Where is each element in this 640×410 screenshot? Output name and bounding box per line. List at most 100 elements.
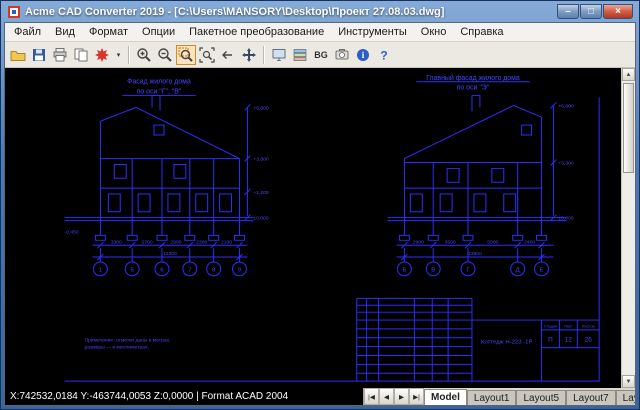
menu-batch-convert[interactable]: Пакетное преобразование [182,24,331,40]
drawing-canvas[interactable]: Фасад жилого дома по оси "Г", "В" +6,600… [5,68,621,388]
menu-view[interactable]: Вид [48,24,82,40]
menu-window[interactable]: Окно [414,24,454,40]
tab-last-button[interactable]: ▶| [409,388,424,405]
right-dim: 2900 [413,239,424,245]
print-button[interactable] [50,45,70,65]
close-button[interactable]: × [603,4,633,19]
tab-layout8[interactable]: Layout8 [615,390,635,405]
zoom-out-button[interactable] [155,45,175,65]
svg-text:?: ? [380,48,387,62]
toolbar-separator [128,45,130,64]
layers-button[interactable] [290,45,310,65]
scroll-down-icon[interactable]: ▼ [622,375,635,388]
note-line2: размеры — в миллиметрах. [84,346,148,351]
right-axis-label: Г [466,267,470,273]
convert-dropdown[interactable]: ▾ [113,45,124,65]
copy-icon [74,48,88,61]
monitor-icon [272,48,286,61]
right-dim: 3500 [445,239,456,245]
capture-button[interactable] [332,45,352,65]
stamp-object-name: Коттедж Н-223 -1Р [481,340,532,346]
left-elevation [64,95,254,277]
right-axis-label: Б [402,267,406,273]
tab-next-button[interactable]: ▶ [394,388,409,405]
left-title-line1: Фасад жилого дома [127,79,191,86]
right-mark: +3,300 [558,161,574,167]
zoom-in-button[interactable] [134,45,154,65]
zoom-extents-icon [199,46,215,63]
left-axis-label: 9 [238,267,242,273]
left-title-line2: по оси "Г", "В" [137,89,182,96]
vertical-scrollbar[interactable]: ▲ ▼ [621,68,635,388]
right-mark: +6,600 [558,103,574,109]
convert-button[interactable] [92,45,112,65]
right-axis-label: Е [540,267,544,273]
left-mark: +6,600 [253,105,269,111]
pan-button[interactable] [239,45,259,65]
tab-layout7[interactable]: Layout7 [566,390,616,405]
right-title-line1: Главный фасад жилого дома [426,74,520,82]
left-axis-label: 6 [160,267,164,273]
tab-layout1[interactable]: Layout1 [466,390,517,405]
left-dim: 2300 [196,239,207,245]
background-color-button[interactable]: BG [311,45,331,65]
fit-screen-button[interactable] [269,45,289,65]
tab-model[interactable]: Model [424,389,467,405]
zoom-in-icon [137,47,151,62]
left-mark: +1,200 [253,190,269,196]
tab-first-button[interactable]: |◀ [364,388,379,405]
maximize-button[interactable]: □ [580,4,602,19]
tab-prev-button[interactable]: ◀ [379,388,394,405]
save-button[interactable] [29,45,49,65]
titlebar[interactable]: Acme CAD Converter 2019 - [C:\Users\MANS… [4,1,636,22]
cad-drawing: Фасад жилого дома по оси "Г", "В" +6,600… [64,74,600,382]
scrollbar-thumb[interactable] [623,83,634,173]
left-dim: 2700 [142,239,153,245]
right-elevation [387,81,567,277]
right-title-line2: по оси "Э" [457,85,490,92]
left-axis-label: 8 [212,267,216,273]
workspace: Фасад жилого дома по оси "Г", "В" +6,600… [5,68,635,388]
layers-icon [293,48,307,61]
statusbar-coordinates: X:742532,0184 Y:-463744,0053 Z:0,0000 | … [5,388,363,405]
camera-icon [335,48,349,59]
scroll-up-icon[interactable]: ▲ [622,68,635,81]
left-total-dim: 13300 [163,251,177,257]
stamp-sheets-value: 26 [585,337,593,344]
menu-file[interactable]: Файл [7,24,48,40]
info-button[interactable]: i [353,45,373,65]
tab-layout5[interactable]: Layout5 [516,390,567,405]
left-dim: 2900 [170,239,181,245]
convert-icon [95,47,109,62]
menu-options[interactable]: Опции [135,24,182,40]
zoom-window-button[interactable] [176,44,196,65]
zoom-window-icon [178,47,193,62]
app-frame: Файл Вид Формат Опции Пакетное преобразо… [4,22,636,406]
open-folder-icon [10,50,26,61]
left-axis-label: 5 [131,267,135,273]
help-button[interactable]: ? [374,45,394,65]
left-dim: 3300 [111,239,122,245]
left-axis-label: 7 [188,267,191,273]
zoom-extents-button[interactable] [197,45,217,65]
layout-tabstrip: |◀ ◀ ▶ ▶| Model Layout1 Layout5 Layout7 … [363,388,635,405]
stamp-sheet-label: Лист [564,323,573,328]
app-icon [8,5,20,18]
scrollbar-track[interactable] [622,81,635,375]
pan-icon [242,47,256,62]
menu-help[interactable]: Справка [453,24,510,40]
bottombar: X:742532,0184 Y:-463744,0053 Z:0,0000 | … [5,388,635,405]
stamp-stage-label: Стадия [544,323,557,328]
right-axis-label: Д [516,267,520,273]
minimize-button[interactable]: – [557,4,579,19]
left-mark-below: -0,450 [65,229,79,235]
stamp-sheets-label: Листов [582,323,595,328]
menu-tools[interactable]: Инструменты [331,24,414,40]
zoom-previous-button[interactable] [218,45,238,65]
stamp-sheet-value: 12 [565,337,573,344]
copy-button[interactable] [71,45,91,65]
menu-format[interactable]: Формат [82,24,135,40]
open-button[interactable] [8,45,28,65]
right-axis-label: В [431,267,435,273]
right-dim: 5000 [487,239,498,245]
